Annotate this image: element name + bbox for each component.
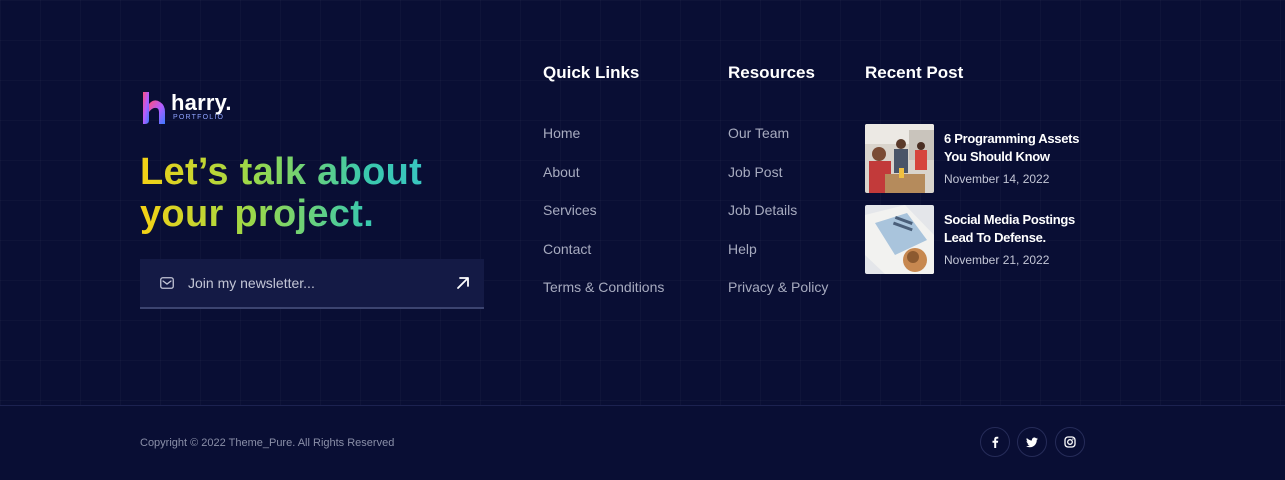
headline: Let’s talk about your project. xyxy=(140,151,422,235)
recent-post-item: 6 Programming Assets You Should Know Nov… xyxy=(865,124,1094,193)
brand-subtitle: PORTFOLIO xyxy=(173,114,225,121)
link-services[interactable]: Services xyxy=(543,202,597,218)
post-date: November 14, 2022 xyxy=(944,172,1050,186)
footer-divider xyxy=(0,405,1285,406)
quick-links-title: Quick Links xyxy=(543,63,640,82)
list-item: Terms & Conditions xyxy=(543,279,664,318)
post-thumbnail[interactable] xyxy=(865,205,934,274)
list-item: Job Details xyxy=(728,202,828,241)
newsletter-form xyxy=(140,259,484,309)
newsletter-input[interactable] xyxy=(188,259,438,307)
headline-line-1: Let’s talk about xyxy=(140,151,423,193)
link-contact[interactable]: Contact xyxy=(543,241,591,257)
recent-post-title: Recent Post xyxy=(865,63,964,82)
arrow-up-right-icon[interactable] xyxy=(456,276,470,290)
logo-mark-icon xyxy=(143,92,165,124)
list-item: Our Team xyxy=(728,125,828,164)
twitter-icon[interactable] xyxy=(1017,427,1047,457)
link-help[interactable]: Help xyxy=(728,241,757,257)
link-about[interactable]: About xyxy=(543,164,580,180)
link-terms[interactable]: Terms & Conditions xyxy=(543,279,664,295)
post-title[interactable]: 6 Programming Assets You Should Know xyxy=(944,130,1094,166)
instagram-icon[interactable] xyxy=(1055,427,1085,457)
link-job-details[interactable]: Job Details xyxy=(728,202,797,218)
brand-name: harry. xyxy=(171,90,232,115)
resources-title: Resources xyxy=(728,63,815,82)
resources-list: Our Team Job Post Job Details Help Priva… xyxy=(728,125,828,318)
link-our-team[interactable]: Our Team xyxy=(728,125,789,141)
list-item: About xyxy=(543,164,664,203)
copyright-text: Copyright © 2022 Theme_Pure. All Rights … xyxy=(140,437,395,449)
post-title[interactable]: Social Media Postings Lead To Defense. xyxy=(944,211,1094,247)
post-thumbnail[interactable] xyxy=(865,124,934,193)
list-item: Services xyxy=(543,202,664,241)
headline-line-2: your project. xyxy=(140,193,375,235)
list-item: Contact xyxy=(543,241,664,280)
facebook-icon[interactable] xyxy=(980,427,1010,457)
mail-icon xyxy=(160,277,174,289)
link-home[interactable]: Home xyxy=(543,125,580,141)
recent-post-item: Social Media Postings Lead To Defense. N… xyxy=(865,205,1094,274)
post-date: November 21, 2022 xyxy=(944,253,1050,267)
list-item: Job Post xyxy=(728,164,828,203)
quick-links-list: Home About Services Contact Terms & Cond… xyxy=(543,125,664,318)
list-item: Help xyxy=(728,241,828,280)
brand-logo[interactable]: harry. PORTFOLIO xyxy=(140,90,232,126)
link-privacy[interactable]: Privacy & Policy xyxy=(728,279,828,295)
link-job-post[interactable]: Job Post xyxy=(728,164,782,180)
list-item: Privacy & Policy xyxy=(728,279,828,318)
list-item: Home xyxy=(543,125,664,164)
